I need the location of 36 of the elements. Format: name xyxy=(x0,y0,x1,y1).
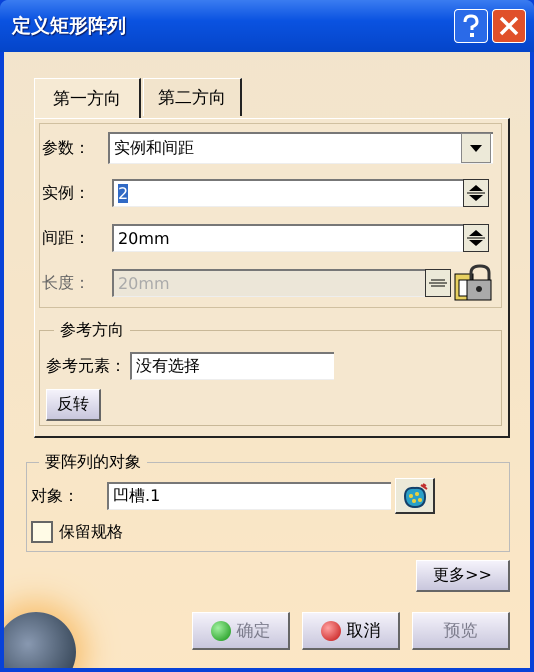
field-label: 参考元素： xyxy=(46,356,126,376)
field-label: 长度： xyxy=(42,272,90,294)
help-button[interactable] xyxy=(454,9,488,43)
cancel-button[interactable]: 取消 xyxy=(302,612,400,650)
spin-button[interactable] xyxy=(463,179,489,207)
dropdown[interactable]: 实例和间距 xyxy=(108,132,493,164)
selection-icon-button[interactable] xyxy=(395,478,435,514)
field-label: 实例： xyxy=(42,182,90,204)
field-label: 对象： xyxy=(31,486,79,506)
more-button[interactable]: 更多>> xyxy=(416,560,510,592)
group-title: 参考方向 xyxy=(59,320,125,341)
selection-field[interactable]: 凹槽.1 xyxy=(107,482,391,510)
caret-icon xyxy=(470,144,482,152)
spin-field[interactable]: 2 xyxy=(112,179,463,207)
spin-field[interactable]: 20mm xyxy=(112,224,463,252)
dropdown-arrow-button[interactable] xyxy=(461,133,491,163)
help-icon xyxy=(461,14,481,38)
up-down-arrows-icon xyxy=(465,182,487,204)
checkbox-label: 保留规格 xyxy=(59,522,123,542)
close-button[interactable] xyxy=(492,9,526,43)
close-icon xyxy=(498,15,520,37)
up-down-arrows-icon xyxy=(465,227,487,249)
tab[interactable]: 第一方向 xyxy=(34,78,141,118)
field-label: 间距： xyxy=(42,228,90,248)
lock-icon[interactable] xyxy=(453,264,493,302)
checkbox[interactable] xyxy=(31,521,53,543)
reverse-button[interactable]: 反转 xyxy=(46,389,101,421)
selection-field[interactable]: 没有选择 xyxy=(130,352,334,380)
tab[interactable]: 第二方向 xyxy=(143,78,242,116)
spin-button[interactable] xyxy=(463,224,489,252)
ball-icon xyxy=(210,620,230,640)
group-title: 要阵列的对象 xyxy=(44,452,142,473)
window-title: 定义矩形阵列 xyxy=(12,14,127,39)
spin-button[interactable] xyxy=(425,269,451,297)
ball-icon xyxy=(320,620,340,640)
field-label: 参数： xyxy=(42,138,90,158)
